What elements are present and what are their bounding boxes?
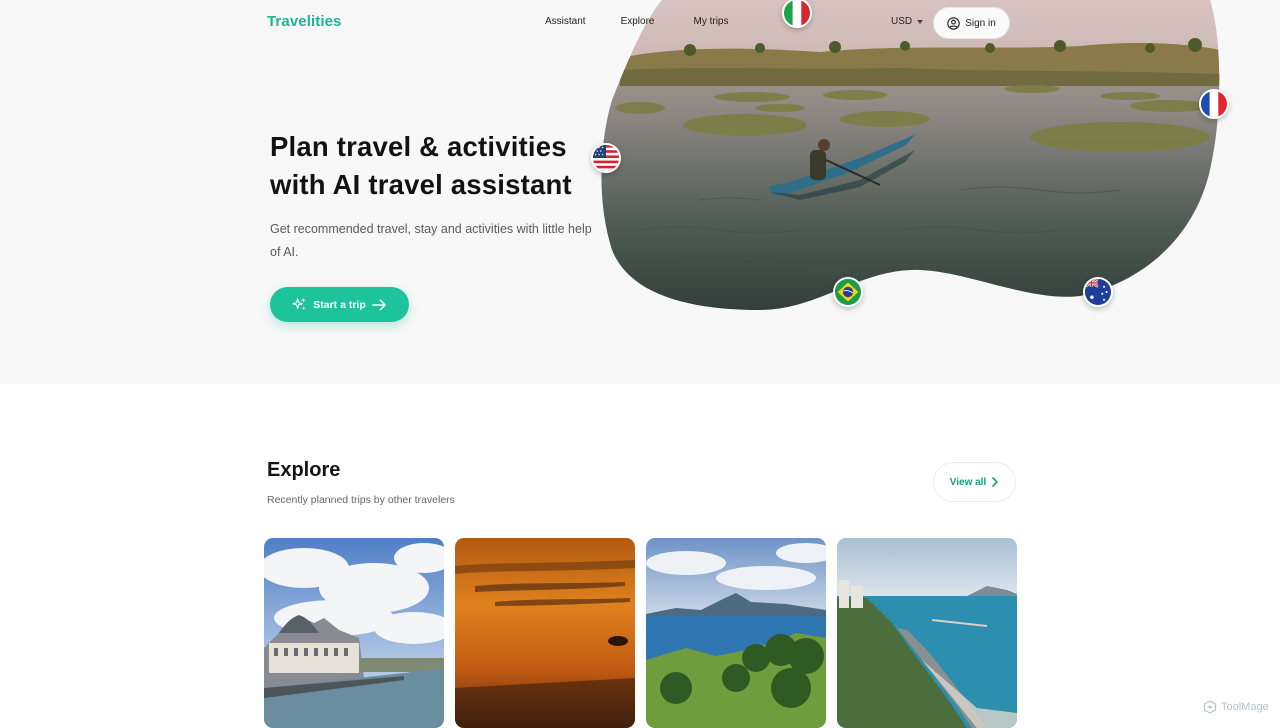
currency-selector[interactable]: USD [891,16,924,27]
hero-title: Plan travel & activities with AI travel … [270,131,572,200]
paris-musee-orsay-photo [264,538,444,728]
coastal-cliff-city-photo [837,538,1017,728]
view-all-button[interactable]: View all [933,462,1016,502]
explore-subtitle: Recently planned trips by other traveler… [267,494,455,506]
explore-title: Explore [267,459,341,481]
trip-card-sunset[interactable] [455,538,635,728]
tropical-island-photo [646,538,826,728]
trip-card-island[interactable] [646,538,826,728]
sunset-sea-photo [455,538,635,728]
toolmage-logo-icon [1203,700,1217,714]
chevron-down-icon [917,20,924,24]
start-trip-label: Start a trip [313,298,366,311]
nav-assistant[interactable]: Assistant [545,16,586,27]
trip-card-coast[interactable] [837,538,1017,728]
hero-section: Travelities Assistant Explore My trips U… [0,0,1280,384]
brazil-flag-icon [833,277,863,307]
user-icon [947,16,960,30]
hero-subtitle: Get recommended travel, stay and activit… [270,222,592,259]
arrow-right-icon [371,299,386,310]
main-nav: Assistant Explore My trips [545,16,728,27]
australia-flag-icon [1083,277,1113,307]
nav-my-trips[interactable]: My trips [693,16,728,27]
france-flag-icon [1199,89,1229,119]
toolmage-watermark: ToolMage [1203,700,1269,714]
sign-in-label: Sign in [965,17,996,29]
view-all-label: View all [949,476,987,488]
nav-explore[interactable]: Explore [621,16,655,27]
currency-label: USD [891,16,913,27]
hero-lake-photo [601,0,1220,310]
watermark-text: ToolMage [1221,701,1269,713]
usa-flag-icon [591,143,621,173]
sparkles-icon [292,297,306,311]
travelities-logo[interactable]: Travelities [267,13,341,30]
chevron-right-icon [992,477,999,487]
trip-card-paris[interactable] [264,538,444,728]
start-trip-button[interactable]: Start a trip [270,287,409,322]
sign-in-button[interactable]: Sign in [933,7,1010,39]
